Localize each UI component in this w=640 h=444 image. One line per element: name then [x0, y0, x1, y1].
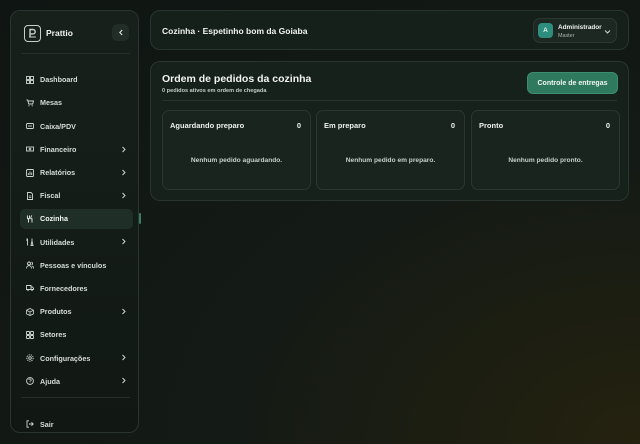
- user-menu-button[interactable]: A Administrador Master: [533, 18, 617, 43]
- sidebar-item-label: Fiscal: [40, 191, 61, 201]
- chevron-right-icon: [122, 192, 126, 199]
- sidebar-item-label: Dashboard: [40, 75, 78, 85]
- page-title: Cozinha · Espetinho bom da Goiaba: [162, 26, 308, 36]
- utensils-icon: [26, 214, 34, 223]
- chevron-right-icon: [122, 238, 126, 245]
- users-icon: [26, 261, 34, 269]
- sidebar-item-label: Caixa/PDV: [40, 121, 76, 131]
- sidebar-item-utilidades[interactable]: Utilidades: [20, 232, 133, 252]
- sidebar-item-dashboard[interactable]: Dashboard: [20, 70, 133, 90]
- column-pronto: Pronto 0 Nenhum pedido pronto.: [471, 110, 620, 190]
- sidebar-item-fornecedores[interactable]: Fornecedores: [20, 279, 133, 299]
- panel-subtitle: 0 pedidos ativos em ordem de chegada: [162, 88, 267, 94]
- register-icon: [26, 122, 34, 130]
- sidebar-nav: Dashboard Mesas Caixa/PDV Financeiro Rel…: [20, 70, 141, 395]
- chevron-right-icon: [122, 146, 126, 152]
- panel-divider: [162, 100, 617, 101]
- tools-icon: [26, 238, 34, 247]
- sidebar-item-label: Ajuda: [40, 376, 60, 386]
- sidebar-item-label: Configurações: [40, 353, 91, 363]
- sidebar-item-configuracoes[interactable]: Configurações: [20, 348, 133, 368]
- sidebar-item-caixa-pdv[interactable]: Caixa/PDV: [20, 116, 133, 136]
- column-empty-message: Nenhum pedido aguardando.: [190, 157, 283, 164]
- sidebar-item-label: Cozinha: [40, 214, 68, 224]
- column-title: Pronto: [479, 121, 504, 130]
- sidebar-item-produtos[interactable]: Produtos: [20, 302, 133, 322]
- sidebar: Prattio Dashboard Mesas Caixa/PDV Financ…: [10, 10, 141, 433]
- sidebar-item-label: Produtos: [40, 307, 72, 317]
- sidebar-item-label: Fornecedores: [40, 283, 88, 293]
- grid-icon: [26, 330, 34, 339]
- chevron-right-icon: [122, 354, 126, 361]
- chevron-right-icon: [122, 169, 126, 176]
- delivery-control-button[interactable]: Controle de entregas: [527, 72, 618, 94]
- brand-name: Prattio: [46, 28, 73, 38]
- chevron-right-icon: [122, 378, 126, 384]
- sidebar-item-ajuda[interactable]: Ajuda: [20, 371, 133, 391]
- logout-icon: [26, 415, 34, 433]
- logout-button[interactable]: Sair: [20, 415, 133, 433]
- box-icon: [26, 307, 34, 316]
- column-em-preparo: Em preparo 0 Nenhum pedido em preparo.: [316, 110, 465, 190]
- dashboard-icon: [26, 75, 34, 84]
- sidebar-item-label: Setores: [40, 330, 67, 340]
- chevron-left-icon: [118, 29, 123, 36]
- sidebar-divider: [21, 397, 130, 398]
- column-title: Em preparo: [324, 121, 366, 130]
- sidebar-item-label: Relatórios: [40, 168, 76, 177]
- sidebar-item-mesas[interactable]: Mesas: [20, 93, 133, 113]
- panel-title: Ordem de pedidos da cozinha: [162, 73, 312, 85]
- cart-icon: [26, 99, 34, 107]
- column-empty-message: Nenhum pedido pronto.: [508, 157, 583, 164]
- chevron-right-icon: [122, 308, 126, 315]
- sidebar-item-label: Mesas: [40, 98, 62, 108]
- column-title: Aguardando preparo: [170, 121, 245, 130]
- column-count: 0: [296, 121, 301, 130]
- document-icon: [26, 191, 34, 200]
- sidebar-item-cozinha[interactable]: Cozinha: [20, 209, 141, 229]
- prattio-logo-icon: [24, 24, 41, 42]
- column-count: 0: [605, 121, 610, 130]
- sidebar-divider: [21, 53, 130, 54]
- sidebar-item-pessoas[interactable]: Pessoas e vínculos: [20, 256, 133, 276]
- active-indicator: [139, 213, 141, 225]
- user-name: Administrador: [558, 24, 602, 31]
- money-icon: [26, 145, 34, 153]
- chart-icon: [26, 168, 34, 177]
- avatar: A: [538, 23, 553, 38]
- gear-icon: [26, 354, 34, 362]
- sidebar-item-relatorios[interactable]: Relatórios: [20, 163, 133, 183]
- sidebar-item-label: Pessoas e vínculos: [40, 260, 107, 270]
- sidebar-item-label: Financeiro: [40, 144, 77, 154]
- chevron-down-icon: [604, 30, 611, 34]
- column-empty-message: Nenhum pedido em preparo.: [345, 157, 436, 164]
- top-bar: Cozinha · Espetinho bom da Goiaba A Admi…: [150, 10, 629, 50]
- column-count: 0: [450, 121, 455, 130]
- logout-label: Sair: [40, 419, 54, 429]
- column-aguardando-preparo: Aguardando preparo 0 Nenhum pedido aguar…: [162, 110, 311, 190]
- brand[interactable]: Prattio: [24, 23, 129, 43]
- user-role: Master: [558, 33, 575, 39]
- truck-icon: [26, 284, 34, 292]
- sidebar-item-label: Utilidades: [40, 237, 75, 247]
- sidebar-item-fiscal[interactable]: Fiscal: [20, 186, 133, 206]
- kitchen-orders-panel: Ordem de pedidos da cozinha 0 pedidos at…: [150, 61, 629, 201]
- sidebar-item-setores[interactable]: Setores: [20, 325, 133, 345]
- sidebar-item-financeiro[interactable]: Financeiro: [20, 140, 133, 160]
- help-icon: [26, 377, 34, 386]
- collapse-sidebar-button[interactable]: [112, 24, 129, 41]
